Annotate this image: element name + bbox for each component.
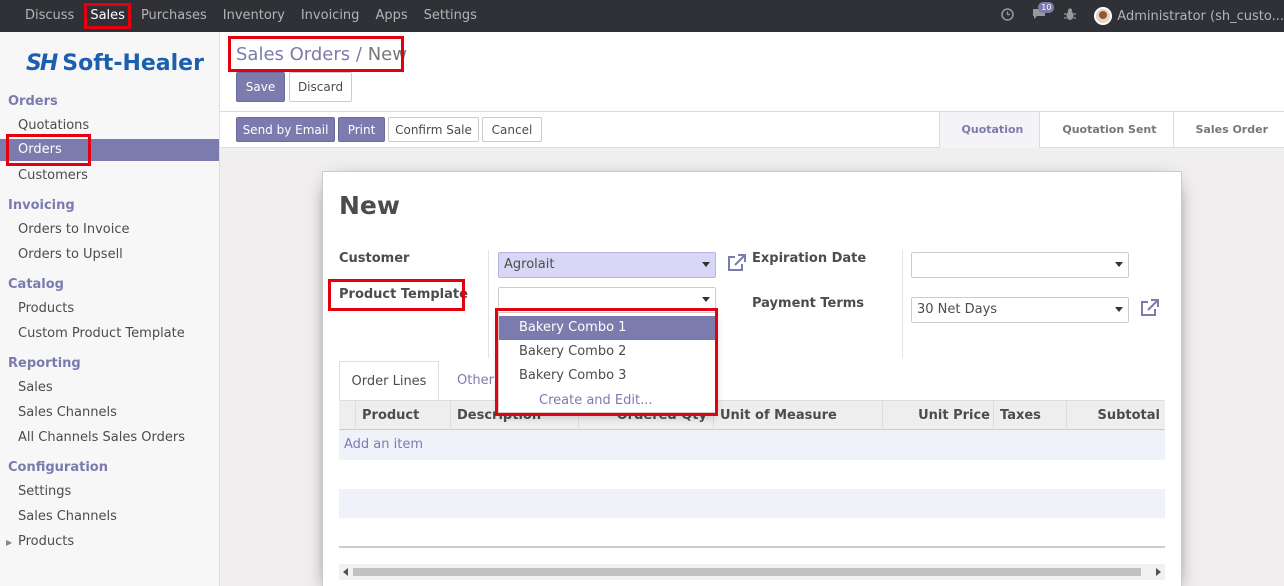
save-button[interactable]: Save — [236, 72, 285, 102]
sidebar-item-orders-to-upsell[interactable]: Orders to Upsell — [18, 247, 123, 262]
app-menu: Discuss Sales Purchases Inventory Invoic… — [0, 0, 485, 32]
payment-terms-value: 30 Net Days — [917, 302, 998, 317]
sidebar-item-config-sales-channels[interactable]: Sales Channels — [18, 509, 117, 524]
company-logo: SH Soft-Healer — [26, 48, 204, 78]
order-lines-header: Product Description Ordered Qty Unit of … — [339, 401, 1165, 430]
payment-terms-select[interactable]: 30 Net Days — [911, 297, 1129, 323]
top-navbar: Discuss Sales Purchases Inventory Invoic… — [0, 0, 1284, 32]
chat-icon[interactable]: 10 — [1032, 2, 1055, 24]
chevron-down-icon — [702, 262, 710, 267]
sidebar-item-products[interactable]: Products — [18, 301, 74, 316]
sidebar-item-report-sales[interactable]: Sales — [18, 380, 53, 395]
section-orders: Orders — [8, 94, 58, 109]
column-unit-of-measure[interactable]: Unit of Measure — [713, 401, 883, 430]
record-title: New — [339, 191, 400, 220]
print-button[interactable]: Print — [338, 117, 385, 142]
sidebar-item-config-products[interactable]: Products — [18, 534, 74, 549]
statusbar: Send by Email Print Confirm Sale Cancel … — [220, 112, 1284, 148]
sidebar-item-all-channels-sales-orders[interactable]: All Channels Sales Orders — [18, 430, 185, 445]
horizontal-scrollbar[interactable] — [339, 564, 1165, 580]
table-row: Add an item — [339, 430, 1165, 460]
product-template-select[interactable] — [498, 287, 716, 311]
chat-count-badge: 10 — [1038, 2, 1055, 13]
scroll-left-icon[interactable] — [343, 568, 348, 576]
sidebar-item-report-sales-channels[interactable]: Sales Channels — [18, 405, 117, 420]
confirm-sale-button[interactable]: Confirm Sale — [388, 117, 479, 142]
section-catalog: Catalog — [8, 277, 64, 292]
sidebar-item-quotations[interactable]: Quotations — [18, 118, 89, 133]
logo-mark: SH — [26, 50, 58, 76]
menu-discuss[interactable]: Discuss — [17, 0, 82, 32]
customer-value: Agrolait — [504, 257, 555, 272]
control-panel: Sales Orders / New Save Discard — [220, 32, 1284, 112]
sidebar-item-settings[interactable]: Settings — [18, 484, 71, 499]
table-footer — [339, 546, 1165, 554]
create-and-edit-link[interactable]: Create and Edit... — [539, 389, 653, 413]
column-taxes[interactable]: Taxes — [993, 401, 1067, 430]
tab-order-lines[interactable]: Order Lines — [339, 361, 439, 401]
sidebar-item-customers[interactable]: Customers — [18, 168, 88, 183]
state-quotation-sent[interactable]: Quotation Sent — [1039, 112, 1172, 148]
user-avatar[interactable] — [1094, 7, 1113, 25]
customer-label: Customer — [339, 251, 410, 266]
highlight-box — [84, 3, 131, 29]
section-reporting: Reporting — [8, 356, 81, 371]
menu-apps[interactable]: Apps — [367, 0, 415, 32]
clock-icon[interactable] — [1001, 7, 1015, 25]
column-subtotal[interactable]: Subtotal — [1066, 401, 1165, 430]
divider — [902, 250, 903, 358]
user-name[interactable]: Administrator (sh_custo... — [1117, 9, 1284, 24]
external-link-icon[interactable] — [1140, 299, 1160, 321]
scroll-right-icon[interactable] — [1156, 568, 1161, 576]
highlight-box — [328, 279, 465, 311]
sidebar-item-orders[interactable]: Orders — [0, 134, 219, 166]
dropdown-option-bakery-combo-3[interactable]: Bakery Combo 3 — [499, 364, 715, 388]
external-link-icon[interactable] — [727, 254, 747, 276]
discard-button[interactable]: Discard — [289, 72, 352, 102]
chevron-down-icon — [1115, 262, 1123, 267]
systray: 10 Administrator (sh_custo... — [1001, 0, 1284, 32]
send-by-email-button[interactable]: Send by Email — [236, 117, 335, 142]
scrollbar-thumb[interactable] — [353, 568, 1141, 576]
expiration-date-label: Expiration Date — [752, 251, 867, 266]
dropdown-option-bakery-combo-2[interactable]: Bakery Combo 2 — [499, 340, 715, 364]
column-unit-price[interactable]: Unit Price — [882, 401, 994, 430]
menu-sales[interactable]: Sales — [82, 0, 133, 32]
add-item-link[interactable]: Add an item — [344, 437, 423, 452]
expiration-date-select[interactable] — [911, 252, 1129, 278]
cancel-button[interactable]: Cancel — [482, 117, 542, 142]
column-product[interactable]: Product — [355, 401, 451, 430]
menu-invoicing[interactable]: Invoicing — [293, 0, 368, 32]
menu-settings[interactable]: Settings — [416, 0, 485, 32]
bug-icon[interactable] — [1064, 8, 1077, 25]
divider — [488, 250, 489, 358]
caret-right-icon[interactable]: ▶ — [6, 538, 12, 547]
highlight-box — [6, 134, 91, 166]
table-row — [339, 489, 1165, 518]
menu-purchases[interactable]: Purchases — [133, 0, 215, 32]
menu-inventory[interactable]: Inventory — [215, 0, 293, 32]
section-configuration: Configuration — [8, 460, 108, 475]
dropdown-option-bakery-combo-1[interactable]: Bakery Combo 1 — [499, 316, 715, 340]
product-template-dropdown: Bakery Combo 1 Bakery Combo 2 Bakery Com… — [498, 312, 716, 413]
payment-terms-label: Payment Terms — [752, 296, 865, 311]
sidebar-item-orders-to-invoice[interactable]: Orders to Invoice — [18, 222, 130, 237]
state-pipeline: Quotation Quotation Sent Sales Order — [938, 112, 1284, 148]
customer-select[interactable]: Agrolait — [498, 252, 716, 278]
chevron-down-icon — [702, 297, 710, 302]
section-invoicing: Invoicing — [8, 198, 75, 213]
chevron-down-icon — [1115, 307, 1123, 312]
table-row — [339, 518, 1165, 547]
logo-text: Soft-Healer — [62, 50, 204, 76]
state-sales-order[interactable]: Sales Order — [1172, 112, 1284, 148]
highlight-box — [228, 36, 404, 72]
sidebar-item-custom-product-template[interactable]: Custom Product Template — [18, 326, 185, 341]
table-row — [339, 460, 1165, 489]
state-quotation[interactable]: Quotation — [938, 112, 1040, 148]
